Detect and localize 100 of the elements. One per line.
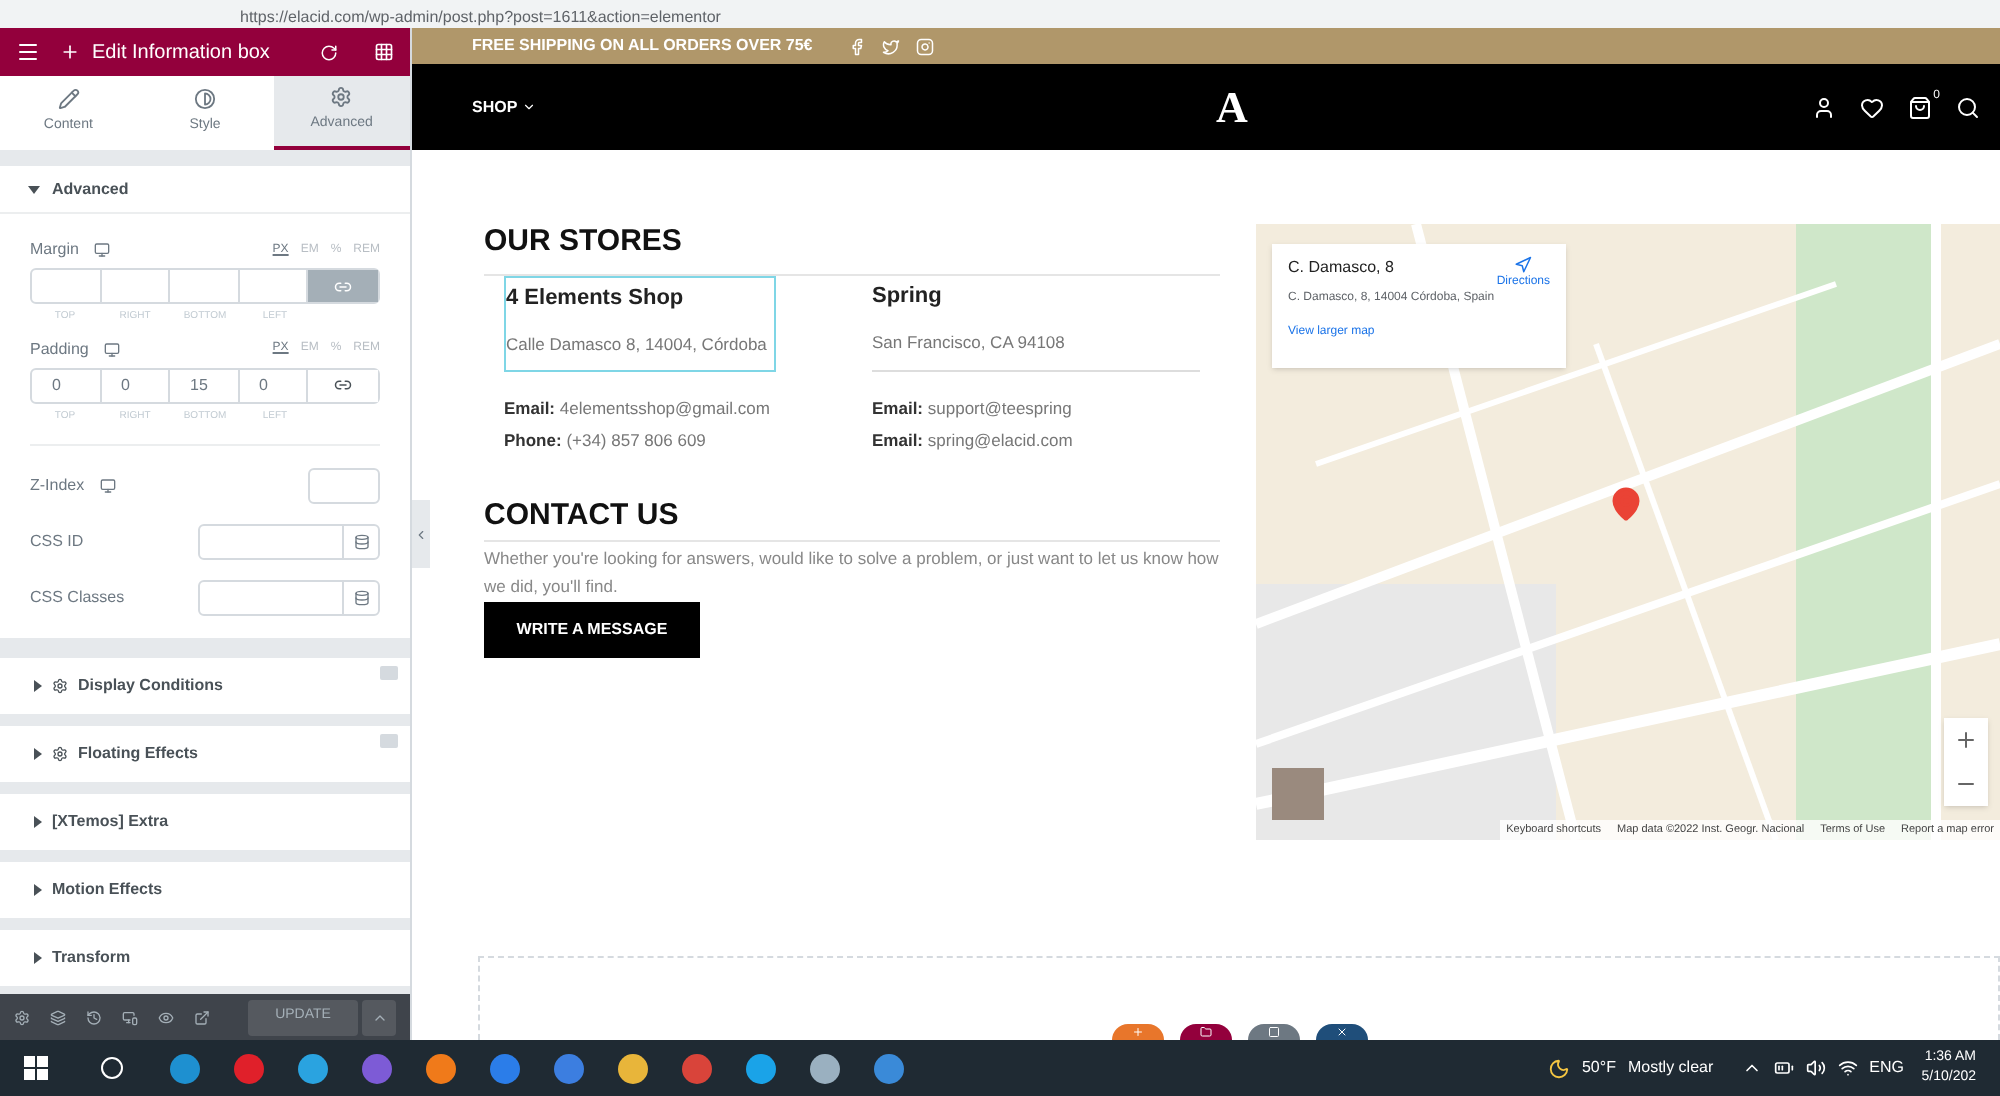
app-icon[interactable] xyxy=(746,1053,776,1083)
promo-text: FREE SHIPPING ON ALL ORDERS OVER 75€ xyxy=(472,34,813,58)
add-section-button[interactable] xyxy=(1315,1024,1367,1040)
caret-icon xyxy=(28,185,40,193)
section-heading: OUR STORES xyxy=(484,224,684,260)
windows-icon[interactable] xyxy=(24,1056,48,1080)
collapsed-section[interactable]: Transform xyxy=(0,930,410,986)
database-icon xyxy=(353,590,369,606)
caret-icon xyxy=(34,884,42,896)
dimension-input[interactable]: 0 xyxy=(32,369,101,401)
app-icon[interactable] xyxy=(618,1053,648,1083)
contact-description: Whether you're looking for answers, would like to solve a problem, or just want to let us know how we did, you'll find. xyxy=(484,545,1220,599)
text-input[interactable] xyxy=(198,524,380,560)
write-message-button[interactable]: WRITE A MESSAGE xyxy=(484,601,700,657)
app-icon[interactable] xyxy=(490,1053,520,1083)
chevron-left-icon xyxy=(414,527,428,541)
store-info-box[interactable]: 4 Elements Shop Calle Damasco 8, 14004, Córdoba xyxy=(504,276,776,372)
search-icon[interactable] xyxy=(1956,95,1980,119)
contact-line: Email: support@teespring xyxy=(872,396,1074,422)
app-icon[interactable] xyxy=(874,1053,904,1083)
number-input[interactable] xyxy=(308,468,380,504)
dimension-input[interactable]: 0 xyxy=(101,369,170,401)
caret-icon xyxy=(34,680,42,692)
app-icon[interactable] xyxy=(810,1053,840,1083)
settings-icon[interactable] xyxy=(14,1009,30,1025)
add-section-button[interactable] xyxy=(1179,1024,1231,1040)
collapsed-section[interactable]: Motion Effects xyxy=(0,862,410,918)
preview-icon[interactable] xyxy=(158,1009,174,1025)
address-bar[interactable]: https://elacid.com/wp-admin/post.php?post=1611&action=elementor xyxy=(0,0,2000,28)
caret-icon xyxy=(34,952,42,964)
panel-toggle[interactable] xyxy=(412,500,430,568)
plus-icon[interactable] xyxy=(60,42,80,62)
collapsed-section[interactable]: [XTemos] Extra xyxy=(0,794,410,850)
contact-line: Email: 4elementsshop@gmail.com xyxy=(504,396,772,422)
field-label: CSS Classes xyxy=(30,586,125,610)
bag-icon[interactable] xyxy=(1908,95,1932,119)
map-pin-icon xyxy=(1608,486,1644,522)
language-indicator[interactable]: ENG xyxy=(1869,1056,1904,1080)
refresh-icon[interactable] xyxy=(320,43,338,61)
panel-title: Edit Information box xyxy=(92,39,272,67)
store-address: Calle Damasco 8, 14004, Córdoba xyxy=(506,331,769,357)
collapsed-section[interactable]: Floating Effects xyxy=(0,726,410,782)
link-icon xyxy=(334,277,352,295)
store-info-box[interactable]: Spring San Francisco, CA 94108 xyxy=(872,276,1200,372)
dimension-input[interactable]: 15 xyxy=(170,369,239,401)
section-heading: CONTACT US xyxy=(484,497,681,533)
search-circle-icon[interactable] xyxy=(100,1056,124,1080)
save-options-button[interactable] xyxy=(362,999,396,1035)
database-icon xyxy=(353,534,369,550)
external-link-icon[interactable] xyxy=(194,1009,210,1025)
field-label: Padding xyxy=(30,337,89,361)
section-header[interactable]: Advanced xyxy=(0,166,410,214)
gear-icon xyxy=(52,678,68,694)
app-icon[interactable] xyxy=(170,1053,200,1083)
shop-menu[interactable]: SHOP xyxy=(472,95,536,119)
history-icon[interactable] xyxy=(86,1009,102,1025)
store-name: 4 Elements Shop xyxy=(506,284,686,314)
app-icon[interactable] xyxy=(682,1053,712,1083)
gear-icon xyxy=(52,746,68,762)
contrast-icon xyxy=(193,88,216,111)
twitter-icon[interactable] xyxy=(882,37,901,55)
pencil-icon xyxy=(57,88,80,111)
app-icon[interactable] xyxy=(426,1053,456,1083)
responsive-icon[interactable] xyxy=(122,1009,138,1025)
directions-icon xyxy=(1514,256,1533,274)
facebook-icon[interactable] xyxy=(848,37,867,55)
plus-icon xyxy=(1131,1026,1143,1038)
place-title: C. Damasco, 8 xyxy=(1288,256,1396,280)
heart-icon[interactable] xyxy=(1860,95,1884,119)
add-section-button[interactable] xyxy=(1247,1024,1299,1040)
moon-icon xyxy=(1547,1057,1570,1079)
text-input[interactable] xyxy=(198,580,380,616)
settings-icon xyxy=(330,86,353,109)
link-icon xyxy=(334,376,352,394)
collapsed-section[interactable]: Display Conditions xyxy=(0,658,410,714)
menu-icon[interactable] xyxy=(16,40,40,64)
wifi-icon[interactable] xyxy=(1837,1058,1858,1078)
app-icon[interactable] xyxy=(298,1053,328,1083)
close-icon xyxy=(1335,1026,1347,1038)
speaker-icon[interactable] xyxy=(1805,1058,1826,1078)
field-label: Z-Index xyxy=(30,474,85,498)
chevron-down-icon xyxy=(521,100,536,114)
battery-icon[interactable] xyxy=(1773,1058,1794,1078)
caret-icon xyxy=(34,816,42,828)
contact-line: Phone: (+34) 857 806 609 xyxy=(504,427,708,453)
app-icon[interactable] xyxy=(554,1053,584,1083)
site-logo[interactable]: A xyxy=(1216,74,1248,140)
field-label: CSS ID xyxy=(30,530,84,554)
store-name: Spring xyxy=(872,282,944,312)
apps-grid-icon[interactable] xyxy=(374,42,394,62)
contact-line: Email: spring@elacid.com xyxy=(872,427,1075,453)
user-icon[interactable] xyxy=(1812,95,1836,119)
field-label: Margin xyxy=(30,238,79,262)
instagram-icon[interactable] xyxy=(916,37,935,55)
street-view-thumbnail[interactable] xyxy=(1272,768,1324,820)
store-address: San Francisco, CA 94108 xyxy=(872,329,1067,355)
monitor-icon xyxy=(94,242,111,258)
url-text: https://elacid.com/wp-admin/post.php?post=1611&action=elementor xyxy=(240,8,721,28)
layers-icon[interactable] xyxy=(50,1009,66,1025)
monitor-icon xyxy=(100,478,117,494)
